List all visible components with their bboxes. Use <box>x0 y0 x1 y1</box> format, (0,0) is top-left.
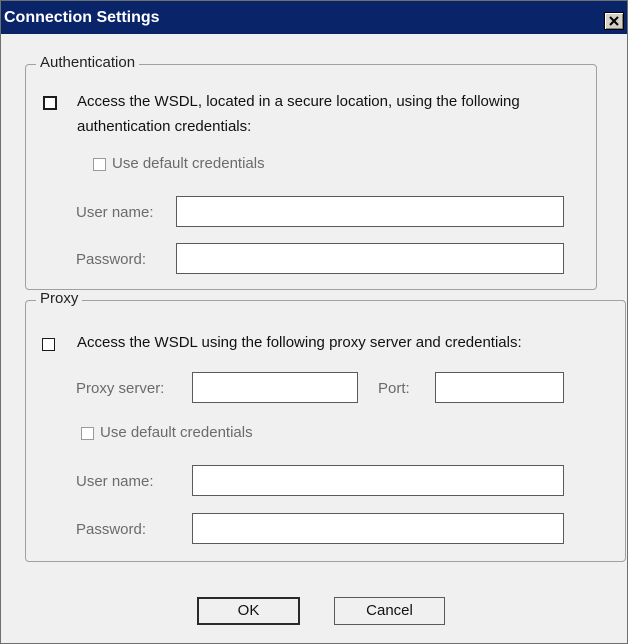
proxy-use-default-checkbox[interactable] <box>81 427 94 440</box>
auth-user-name-field[interactable] <box>176 196 564 227</box>
auth-use-default-label: Use default credentials <box>112 155 265 172</box>
auth-password-field[interactable] <box>176 243 564 274</box>
proxy-server-label: Proxy server: <box>76 380 165 397</box>
proxy-user-name-field[interactable] <box>192 465 564 496</box>
cancel-button[interactable]: Cancel <box>334 597 445 625</box>
auth-use-default-checkbox[interactable] <box>93 158 106 171</box>
proxy-user-name-label: User name: <box>76 473 154 490</box>
proxy-port-label: Port: <box>378 380 410 397</box>
proxy-access-label: Access the WSDL using the following prox… <box>77 334 522 351</box>
title-bar[interactable]: Connection Settings <box>1 1 627 34</box>
close-button[interactable] <box>604 12 624 30</box>
proxy-password-field[interactable] <box>192 513 564 544</box>
auth-access-label-line1: Access the WSDL, located in a secure loc… <box>77 93 520 110</box>
proxy-use-default-label: Use default credentials <box>100 424 253 441</box>
auth-access-label-line2: authentication credentials: <box>77 118 252 135</box>
auth-access-checkbox[interactable] <box>43 96 57 110</box>
connection-settings-dialog: Connection Settings Authentication Acces… <box>0 0 628 644</box>
close-icon <box>609 16 619 26</box>
proxy-password-label: Password: <box>76 521 147 538</box>
proxy-port-field[interactable] <box>435 372 564 403</box>
proxy-legend: Proxy <box>36 290 83 307</box>
proxy-server-field[interactable] <box>192 372 358 403</box>
dialog-title: Connection Settings <box>4 9 160 26</box>
ok-button[interactable]: OK <box>197 597 300 625</box>
proxy-access-checkbox[interactable] <box>42 338 55 351</box>
auth-password-label: Password: <box>76 251 147 268</box>
auth-user-name-label: User name: <box>76 204 154 221</box>
authentication-legend: Authentication <box>36 54 140 71</box>
